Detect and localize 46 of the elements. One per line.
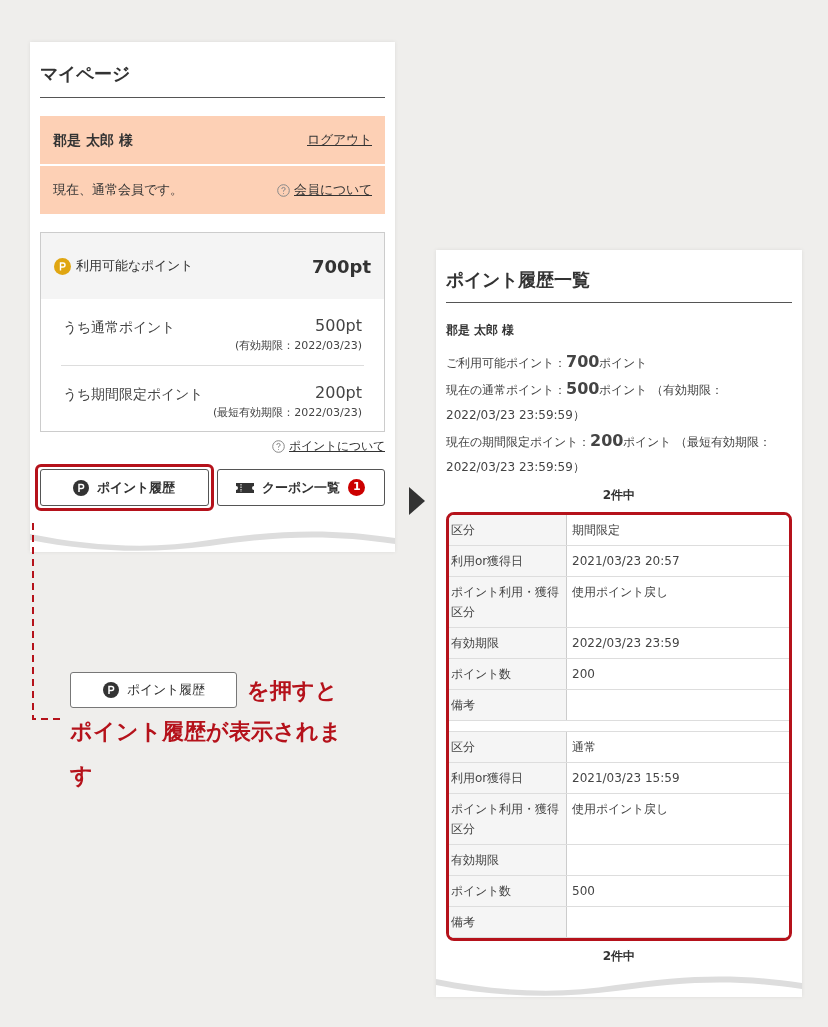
member-name: 郡是 太郎 様 bbox=[53, 130, 133, 150]
table-header-cell: 利用or獲得日 bbox=[449, 546, 567, 576]
annotation-text: を押すと bbox=[247, 676, 338, 705]
points-info-link[interactable]: ポイントについて bbox=[289, 437, 385, 455]
table-header-cell: 利用or獲得日 bbox=[449, 763, 567, 793]
table-header-cell: 区分 bbox=[449, 732, 567, 762]
help-icon bbox=[272, 439, 285, 453]
table-header-cell: 区分 bbox=[449, 515, 567, 545]
table-header-cell: 備考 bbox=[449, 690, 567, 720]
points-breakdown-value: 500pt bbox=[315, 315, 362, 337]
member-status: 現在、通常会員です。 bbox=[53, 181, 183, 200]
p-coin-icon bbox=[73, 479, 90, 496]
member-info-link[interactable]: 会員について bbox=[294, 180, 372, 200]
table-header-cell: 備考 bbox=[449, 907, 567, 937]
p-coin-icon bbox=[102, 682, 119, 698]
coin-icon bbox=[54, 257, 71, 275]
page-title: マイページ bbox=[40, 60, 385, 98]
points-breakdown-label: うち期間限定ポイント bbox=[63, 384, 203, 404]
points-breakdown-value: 200pt bbox=[315, 381, 362, 404]
table-header-cell: 有効期限 bbox=[449, 845, 567, 875]
table-header-cell: ポイント利用・獲得区分 bbox=[449, 577, 567, 627]
available-points-value: 700pt bbox=[311, 254, 371, 279]
help-icon bbox=[277, 183, 290, 197]
points-breakdown-label: うち通常ポイント bbox=[63, 318, 175, 337]
play-arrow-icon bbox=[409, 487, 425, 515]
available-points-label: 利用可能なポイント bbox=[76, 257, 193, 276]
logout-link[interactable]: ログアウト bbox=[307, 130, 372, 150]
result-count: 2件中 bbox=[601, 948, 637, 965]
table-header-cell: ポイント数 bbox=[449, 876, 567, 906]
coupon-list-button[interactable]: クーポン一覧 1 bbox=[216, 469, 385, 506]
ticket-icon bbox=[236, 482, 255, 493]
points-expiry: (有効期限：2022/03/23) bbox=[235, 338, 362, 354]
table-header-cell: ポイント利用・獲得区分 bbox=[449, 794, 567, 844]
result-count: 2件中 bbox=[601, 487, 637, 504]
point-history-button[interactable]: ポイント履歴 bbox=[40, 469, 209, 506]
annotation-text: ポイント履歴が表示されます bbox=[70, 718, 343, 790]
table-header-cell: 有効期限 bbox=[449, 628, 567, 658]
points-summary-line: ご利用可能ポイント：700ポイント bbox=[446, 351, 649, 373]
page-title: ポイント履歴一覧 bbox=[446, 266, 792, 303]
count-badge: 1 bbox=[348, 479, 366, 496]
table-header-cell: ポイント数 bbox=[449, 659, 567, 689]
customer-name: 郡是 太郎 様 bbox=[446, 322, 516, 339]
points-summary-line: 現在の通常ポイント：500ポイント （有効期限：2022/03/23 23:59:59） bbox=[446, 378, 725, 424]
points-summary-line: 現在の期間限定ポイント：200ポイント （最短有効期限：2022/03/23 23:59:59） bbox=[446, 430, 773, 476]
points-expiry: (最短有効期限：2022/03/23) bbox=[213, 404, 362, 421]
point-history-button[interactable]: ポイント履歴 bbox=[70, 672, 237, 708]
